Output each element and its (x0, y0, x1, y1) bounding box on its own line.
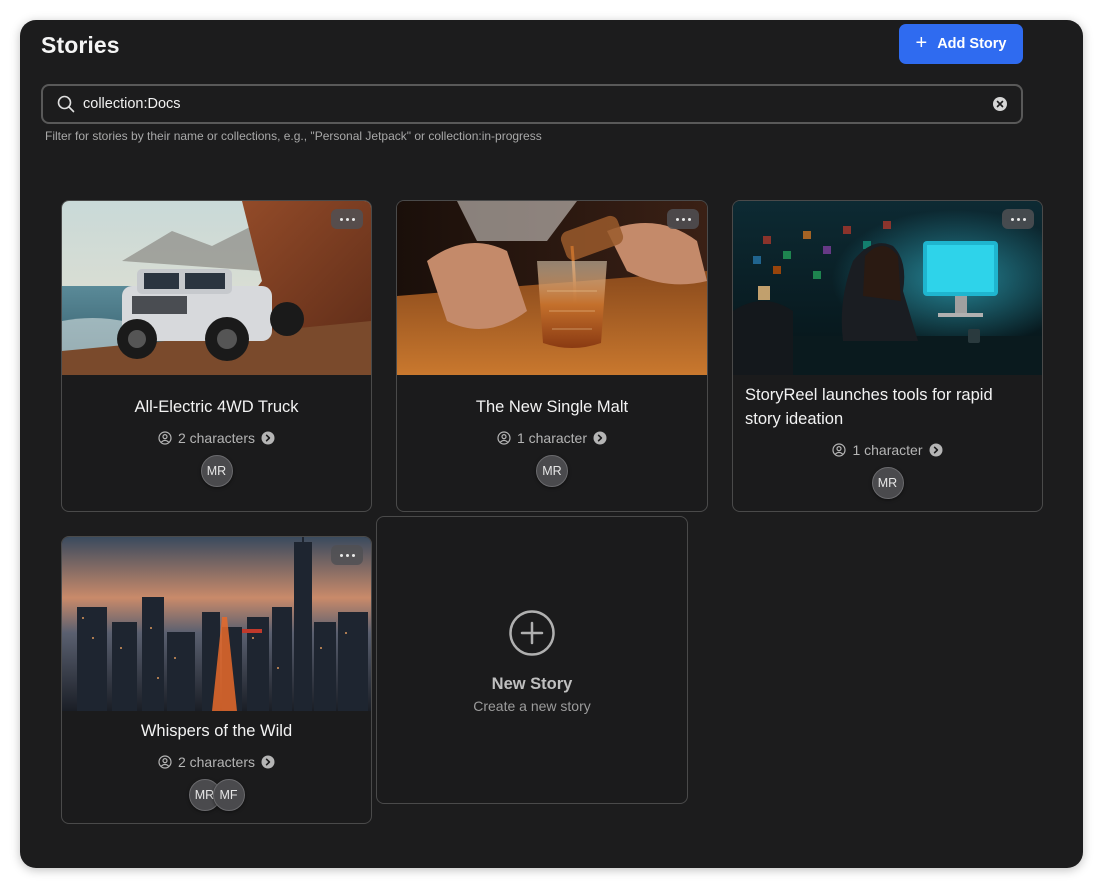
more-options-button[interactable] (331, 545, 363, 565)
character-count-label: 1 character (516, 430, 588, 446)
arrow-right-icon (261, 755, 275, 769)
user-icon (158, 431, 172, 445)
page-title: Stories (41, 32, 120, 58)
arrow-right-icon (261, 431, 275, 445)
arrow-right-icon (593, 431, 607, 445)
arrow-right-icon (929, 443, 943, 457)
add-story-button[interactable]: + Add Story (899, 24, 1023, 64)
story-thumbnail (62, 537, 371, 711)
search-icon (56, 94, 76, 114)
story-card[interactable]: StoryReel launches tools for rapid story… (732, 200, 1043, 512)
story-thumbnail (733, 201, 1042, 375)
story-card[interactable]: The New Single Malt 1 character MR (396, 200, 708, 512)
avatar-group: MR MF (62, 779, 371, 811)
search-bar (41, 84, 1023, 124)
character-count[interactable]: 2 characters (62, 430, 371, 446)
character-count-label: 2 characters (177, 430, 256, 446)
plus-circle-icon (508, 609, 556, 657)
search-hint: Filter for stories by their name or coll… (45, 129, 542, 143)
story-thumbnail (397, 201, 707, 375)
story-card[interactable]: All-Electric 4WD Truck 2 characters MR (61, 200, 372, 512)
new-story-subtitle: Create a new story (473, 698, 591, 714)
new-story-title: New Story (491, 675, 573, 693)
story-title: StoryReel launches tools for rapid story… (745, 386, 993, 428)
search-input[interactable] (76, 86, 992, 122)
add-story-label: Add Story (937, 36, 1007, 52)
character-count-label: 2 characters (177, 754, 256, 770)
story-card[interactable]: Whispers of the Wild 2 characters MR MF (61, 536, 372, 824)
clear-icon[interactable] (992, 96, 1008, 112)
more-options-button[interactable] (667, 209, 699, 229)
more-options-button[interactable] (331, 209, 363, 229)
new-story-card[interactable]: New Story Create a new story (376, 516, 688, 804)
story-title: The New Single Malt (475, 398, 629, 416)
story-title: Whispers of the Wild (140, 722, 293, 740)
more-options-button[interactable] (1002, 209, 1034, 229)
plus-icon: + (915, 32, 928, 54)
user-icon (158, 755, 172, 769)
story-title: All-Electric 4WD Truck (134, 398, 299, 416)
character-count[interactable]: 1 character (733, 442, 1042, 458)
avatar[interactable]: MR (200, 455, 233, 487)
character-count[interactable]: 2 characters (62, 754, 371, 770)
avatar-group: MR (733, 467, 1042, 499)
character-count-label: 1 character (852, 442, 923, 458)
avatar[interactable]: MR (536, 455, 568, 487)
user-icon (832, 443, 847, 457)
user-icon (497, 431, 511, 445)
avatar-group: MR (62, 455, 371, 487)
avatar-group: MR (397, 455, 707, 487)
avatar[interactable]: MR (871, 467, 904, 499)
story-thumbnail (62, 201, 371, 375)
avatar[interactable]: MF (212, 779, 245, 811)
character-count[interactable]: 1 character (397, 430, 707, 446)
